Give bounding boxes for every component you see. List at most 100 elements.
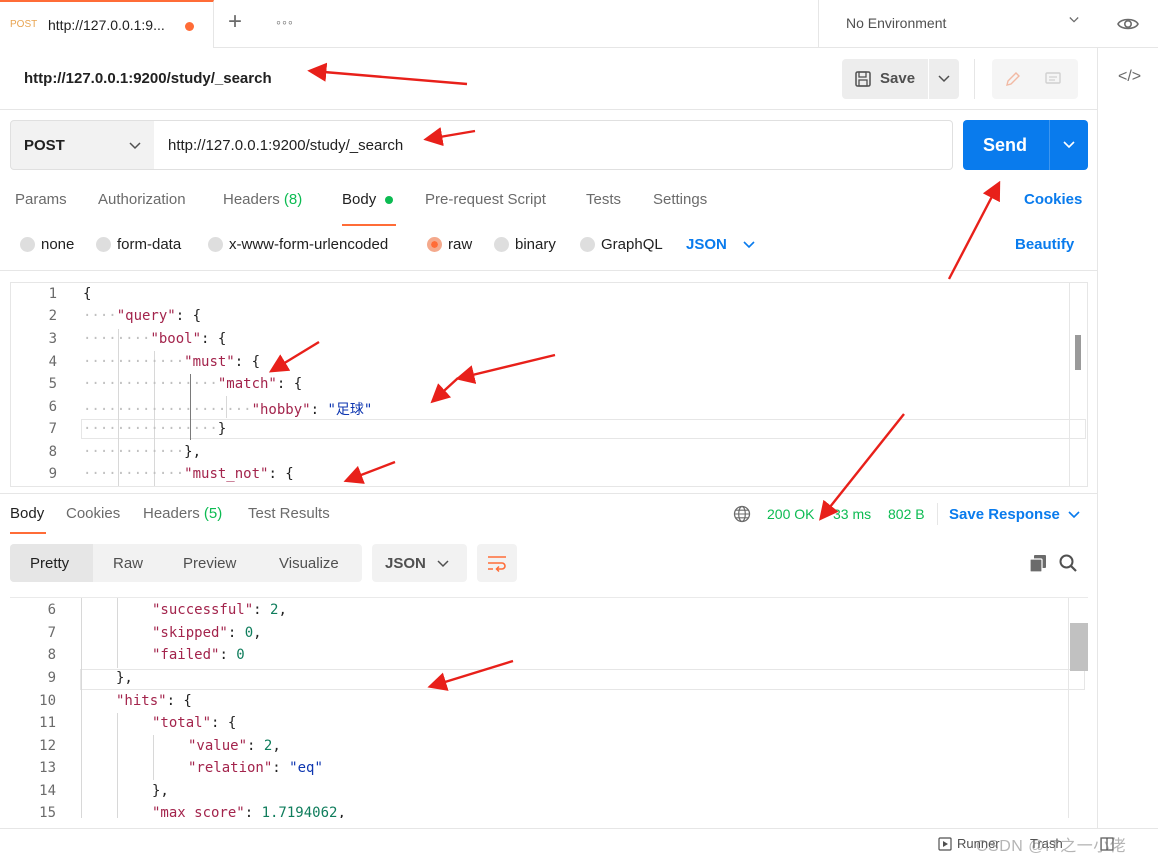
new-tab-plus-icon[interactable]: +: [228, 10, 242, 34]
radio-graphql[interactable]: [580, 237, 595, 252]
chevron-down-icon[interactable]: [1068, 510, 1080, 520]
more-tabs-icon[interactable]: ◦◦◦: [276, 14, 294, 30]
save-button[interactable]: Save: [842, 59, 928, 99]
response-tab-test-results[interactable]: Test Results: [248, 505, 330, 522]
response-body-viewer[interactable]: 6 7 8 9 10 11 12 13 14 15 "successful": …: [10, 597, 1088, 818]
response-tab-headers-label: Headers: [143, 505, 200, 522]
code-text: ,: [272, 738, 281, 754]
raw-format-select[interactable]: JSON: [686, 236, 727, 253]
response-view-segmented-control: Pretty Raw Preview Visualize: [10, 544, 362, 582]
wrap-lines-button[interactable]: [477, 544, 517, 582]
code-line: "failed": 0: [152, 647, 245, 663]
code-text: ,: [278, 602, 287, 618]
response-tab-body-label: Body: [10, 505, 45, 522]
code-key: "relation": [188, 760, 273, 776]
response-tab-cookies[interactable]: Cookies: [66, 505, 120, 522]
chevron-down-icon: [1069, 17, 1079, 23]
chevron-down-icon[interactable]: [743, 240, 755, 250]
eye-icon[interactable]: [1116, 12, 1140, 36]
send-dropdown-button[interactable]: [1049, 120, 1088, 170]
annotation-arrow: [947, 180, 1001, 280]
radio-binary[interactable]: [494, 237, 509, 252]
code-line: ········"bool": {: [83, 331, 227, 347]
view-preview-button[interactable]: Preview: [183, 555, 236, 572]
tab-headers[interactable]: Headers (8): [223, 191, 302, 208]
request-body-editor[interactable]: 1 2 3 4 5 6 7 8 9 { ····"query": { ·····…: [10, 282, 1088, 487]
request-title[interactable]: http://127.0.0.1:9200/study/_search: [24, 70, 272, 87]
code-line: ····"query": {: [83, 308, 202, 324]
code-text: ,: [337, 805, 346, 818]
response-size[interactable]: 802 B: [888, 506, 925, 522]
response-format-label: JSON: [385, 555, 426, 572]
response-format-select[interactable]: JSON: [372, 544, 467, 582]
globe-icon[interactable]: [733, 505, 751, 523]
current-line-highlight: [80, 669, 1085, 690]
response-status[interactable]: 200 OK: [767, 506, 814, 522]
url-input[interactable]: http://127.0.0.1:9200/study/_search: [154, 120, 953, 170]
view-visualize-button[interactable]: Visualize: [279, 555, 339, 572]
radio-form-data-label[interactable]: form-data: [117, 236, 181, 253]
view-raw-button[interactable]: Raw: [113, 555, 143, 572]
radio-raw-selected[interactable]: [427, 237, 442, 252]
line-number: 8: [48, 444, 57, 460]
radio-graphql-label[interactable]: GraphQL: [601, 236, 663, 253]
body-indicator-dot-icon: [385, 196, 393, 204]
tab-tests[interactable]: Tests: [586, 191, 621, 208]
code-text: ,: [253, 625, 262, 641]
view-pretty-label[interactable]: Pretty: [30, 555, 69, 572]
code-key: "failed": [152, 647, 220, 663]
search-icon[interactable]: [1058, 553, 1078, 573]
radio-form-data[interactable]: [96, 237, 111, 252]
tab-settings[interactable]: Settings: [653, 191, 707, 208]
code-key: "query": [116, 308, 176, 324]
code-key: "skipped": [152, 625, 228, 641]
radio-binary-label[interactable]: binary: [515, 236, 556, 253]
code-snippet-icon[interactable]: </>: [1118, 68, 1141, 86]
scrollbar-thumb[interactable]: [1075, 335, 1081, 370]
radio-none-label[interactable]: none: [41, 236, 74, 253]
divider: [974, 59, 975, 99]
code-key: "value": [188, 738, 248, 754]
tab-authorization[interactable]: Authorization: [98, 191, 186, 208]
response-time[interactable]: 33 ms: [833, 506, 871, 522]
chevron-down-icon: [938, 75, 950, 83]
radio-urlencoded-label[interactable]: x-www-form-urlencoded: [229, 236, 388, 253]
scrollbar-track[interactable]: [1068, 598, 1069, 818]
scrollbar-thumb[interactable]: [1070, 623, 1088, 671]
line-number: 6: [48, 399, 57, 415]
tab-prerequest-script[interactable]: Pre-request Script: [425, 191, 546, 208]
tab-body[interactable]: Body: [342, 191, 376, 208]
code-text: : {: [211, 715, 237, 731]
copy-icon[interactable]: [1028, 553, 1048, 573]
method-select[interactable]: POST: [10, 120, 155, 170]
line-number: 13: [39, 760, 56, 776]
radio-raw-label[interactable]: raw: [448, 236, 472, 253]
wrap-lines-icon: [488, 556, 506, 573]
request-tab[interactable]: POST http://127.0.0.1:9...: [0, 0, 214, 48]
save-dropdown-button[interactable]: [929, 59, 959, 99]
send-button[interactable]: Send: [963, 120, 1049, 170]
radio-none[interactable]: [20, 237, 35, 252]
scrollbar-track[interactable]: [1069, 283, 1070, 486]
response-tab-body[interactable]: Body: [10, 505, 44, 522]
comment-icon[interactable]: [1044, 70, 1062, 88]
indent-guide: [117, 598, 118, 668]
line-number: 7: [48, 421, 57, 437]
cookies-link[interactable]: Cookies: [1024, 191, 1082, 208]
runner-icon[interactable]: [938, 837, 952, 851]
code-key: "bool": [150, 331, 202, 347]
beautify-link[interactable]: Beautify: [1015, 236, 1074, 253]
radio-urlencoded[interactable]: [208, 237, 223, 252]
pencil-icon[interactable]: [1004, 70, 1022, 88]
line-number: 4: [48, 354, 57, 370]
tab-headers-count: (8): [283, 191, 303, 208]
environment-selector[interactable]: No Environment: [818, 0, 1098, 48]
line-number: 9: [47, 670, 56, 686]
response-tab-headers[interactable]: Headers (5): [143, 505, 222, 522]
save-response-button[interactable]: Save Response: [949, 506, 1060, 523]
pane-divider[interactable]: [0, 493, 1097, 494]
code-text: :: [272, 760, 290, 776]
annotation-arrow: [307, 62, 468, 86]
code-text: : {: [268, 466, 294, 482]
tab-params[interactable]: Params: [15, 191, 67, 208]
